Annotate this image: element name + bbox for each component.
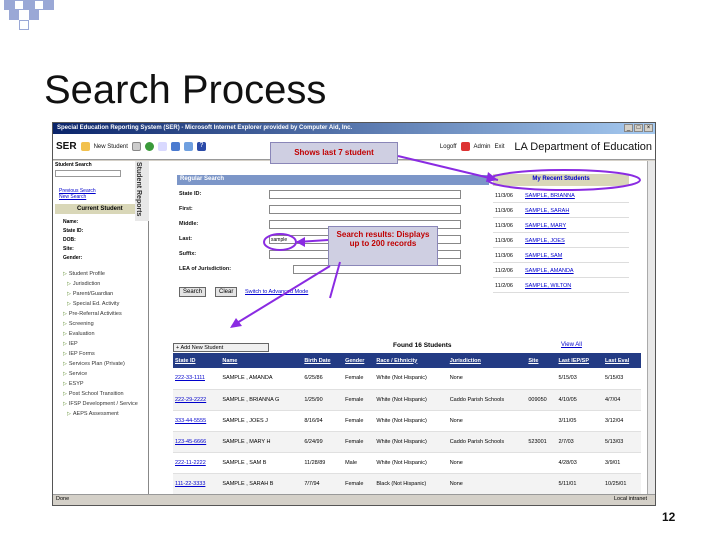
page-number: 12 bbox=[662, 510, 676, 524]
recent-highlight-ellipse bbox=[487, 169, 641, 191]
annotation-arrows bbox=[230, 155, 641, 328]
arrow-results bbox=[231, 265, 331, 327]
arrow-recent bbox=[397, 155, 499, 181]
last-field-highlight-ellipse bbox=[263, 233, 297, 251]
arrow-results-head bbox=[230, 318, 242, 328]
arrow-mid bbox=[329, 261, 341, 299]
arrow-last-head bbox=[296, 237, 305, 247]
